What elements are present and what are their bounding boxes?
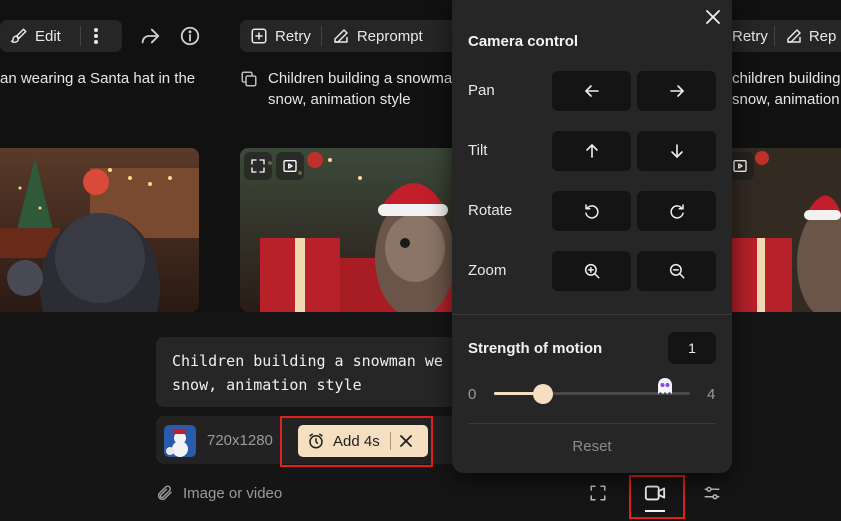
- slider-thumb[interactable]: [533, 384, 553, 404]
- video-play-icon: [732, 158, 748, 174]
- zoom-out-icon: [668, 262, 686, 280]
- frame-icon: [589, 484, 607, 502]
- pan-right-button[interactable]: [637, 71, 716, 111]
- reprompt-label-right: Rep: [808, 27, 837, 45]
- retry-button-right[interactable]: Retry: [732, 20, 774, 52]
- info-icon: [179, 25, 201, 47]
- pencil-icon: [332, 27, 350, 45]
- video-thumbnail-left[interactable]: [0, 148, 199, 312]
- close-panel-button[interactable]: [706, 10, 720, 24]
- tilt-down-button[interactable]: [637, 131, 716, 171]
- camera-control-panel: Camera control Pan Tilt Rotate Zoom Stre…: [452, 0, 732, 473]
- snowman-image: [164, 425, 196, 457]
- zoom-in-icon: [583, 262, 601, 280]
- expand-button[interactable]: [244, 152, 272, 180]
- paperclip-icon: [156, 484, 174, 502]
- prompt-line: Children building a snowman: [268, 70, 452, 87]
- play-button-right[interactable]: [732, 152, 754, 180]
- expand-icon: [250, 158, 266, 174]
- zoom-in-button[interactable]: [552, 251, 631, 291]
- sliders-icon: [703, 484, 721, 502]
- reprompt-label: Reprompt: [356, 27, 423, 45]
- rotate-cw-button[interactable]: [637, 191, 716, 231]
- prompt-input-line: Children building a snowman we: [172, 352, 443, 370]
- toolbar-left: Edit: [0, 20, 122, 52]
- video-play-icon: [282, 158, 298, 174]
- share-button[interactable]: [138, 24, 162, 48]
- retry-label: Retry: [275, 27, 311, 45]
- retry-icon: [250, 27, 268, 45]
- prompt-text-left: an wearing a Santa hat in the: [0, 68, 195, 89]
- retry-button[interactable]: Retry: [240, 20, 321, 52]
- slider-max-label: 4: [707, 386, 716, 403]
- tilt-label: Tilt: [468, 142, 488, 159]
- pencil-icon: [785, 27, 803, 45]
- prompt-input[interactable]: Children building a snowman we snow, ani…: [156, 337, 452, 407]
- share-icon: [139, 25, 161, 47]
- reprompt-button-right[interactable]: Rep: [775, 20, 837, 52]
- info-button[interactable]: [178, 24, 202, 48]
- strength-label: Strength of motion: [468, 340, 603, 357]
- highlight-box-camera: [629, 475, 685, 519]
- rotate-label: Rotate: [468, 202, 513, 219]
- fullscreen-button[interactable]: [589, 484, 607, 502]
- pan-label: Pan: [468, 82, 495, 99]
- rotate-ccw-icon: [583, 202, 601, 220]
- market-scene-image: [0, 148, 199, 312]
- close-icon: [706, 10, 720, 24]
- toolbar-right: Retry Rep: [732, 20, 841, 52]
- retry-label-right: Retry: [732, 27, 768, 45]
- reprompt-button[interactable]: Reprompt: [322, 20, 433, 52]
- prompt-line: children building a snowm: [732, 70, 841, 87]
- adjustments-button[interactable]: [703, 484, 721, 502]
- arrow-left-icon: [584, 83, 600, 99]
- prompt-line: an wearing a Santa hat in the: [0, 70, 196, 87]
- brush-icon: [10, 27, 28, 45]
- attach-button[interactable]: Image or video: [156, 484, 282, 502]
- play-button[interactable]: [276, 152, 304, 180]
- pan-left-button[interactable]: [552, 71, 631, 111]
- copy-icon[interactable]: [240, 70, 258, 88]
- video-thumbnail-mid[interactable]: [240, 148, 452, 312]
- tilt-up-button[interactable]: [552, 131, 631, 171]
- zoom-out-button[interactable]: [637, 251, 716, 291]
- resolution-label: 720x1280: [207, 432, 273, 449]
- prompt-text-right: children building a snowm snow, animatio…: [732, 68, 841, 110]
- prompt-text-mid: Children building a snowman snow, animat…: [268, 68, 452, 110]
- attach-label: Image or video: [183, 484, 283, 502]
- arrow-right-icon: [669, 83, 685, 99]
- more-button[interactable]: [81, 20, 111, 52]
- highlight-box-add: [280, 416, 433, 467]
- arrow-down-icon: [669, 143, 685, 159]
- edit-label: Edit: [35, 27, 61, 45]
- panel-divider: [452, 314, 732, 315]
- slider-min-label: 0: [468, 386, 477, 403]
- prompt-line: snow, animation style: [268, 91, 411, 108]
- ghost-icon: [656, 377, 674, 395]
- rotate-ccw-button[interactable]: [552, 191, 631, 231]
- prompt-input-line: snow, animation style: [172, 376, 362, 394]
- toolbar-mid: Retry Reprompt: [240, 20, 452, 52]
- panel-title: Camera control: [468, 33, 579, 50]
- arrow-up-icon: [584, 143, 600, 159]
- prompt-line: snow, animation sty: [732, 91, 841, 108]
- video-thumbnail-right[interactable]: [732, 148, 841, 312]
- reset-button[interactable]: Reset: [452, 438, 732, 455]
- reference-thumbnail[interactable]: [164, 425, 196, 457]
- panel-divider: [468, 423, 716, 424]
- zoom-label: Zoom: [468, 262, 507, 279]
- rotate-cw-icon: [668, 202, 686, 220]
- strength-value: 1: [668, 332, 716, 364]
- more-vertical-icon: [93, 27, 99, 45]
- edit-button[interactable]: Edit: [0, 20, 80, 52]
